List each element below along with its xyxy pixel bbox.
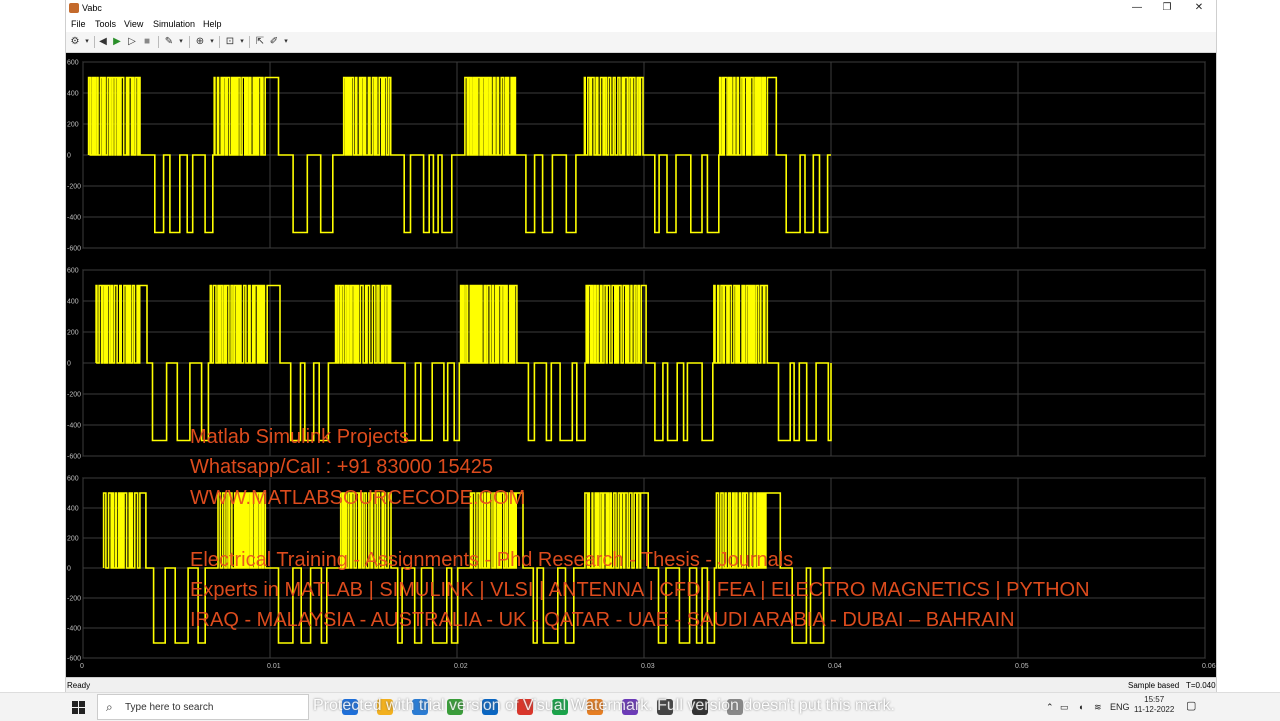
language-indicator[interactable]: ENG [1110, 702, 1130, 712]
minimize-button[interactable]: — [1122, 0, 1152, 16]
y-tick-label: 600 [67, 60, 79, 67]
y-tick-label: 0 [67, 153, 71, 160]
toolbar-separator [189, 36, 190, 48]
y-tick-label: -600 [67, 454, 81, 461]
highlight-icon[interactable]: ✎ [163, 36, 175, 48]
status-bar: Ready Sample based T=0.040 [66, 677, 1216, 693]
watermark-line-3: WWW.MATLABSOURCECODE.COM [190, 487, 526, 509]
windows-start-icon[interactable] [72, 701, 85, 714]
style-icon[interactable]: ✐ [268, 36, 280, 48]
y-tick-label: 400 [67, 91, 79, 98]
watermark-line-5: Experts in MATLAB | SIMULINK | VLSI | AN… [190, 579, 1090, 601]
x-tick-label: 0.06 [1202, 663, 1216, 670]
protect-notice: Protected with trial version of Visual W… [313, 697, 895, 714]
x-tick-label: 0.05 [1015, 663, 1029, 670]
desktop-margin-left [0, 0, 65, 692]
taskbar-clock[interactable]: 15:57 11-12-2022 [1134, 695, 1174, 715]
menu-bar: File Tools View Simulation Help [66, 16, 1216, 32]
menu-view[interactable]: View [124, 19, 143, 29]
fit-icon[interactable]: ⊡ [224, 36, 236, 48]
back-step-icon[interactable]: ◀ [97, 36, 109, 48]
style-dropdown-icon[interactable]: ▾ [280, 36, 292, 48]
y-tick-label: 200 [67, 122, 79, 129]
x-tick-label: 0.02 [454, 663, 468, 670]
highlight-dropdown-icon[interactable]: ▾ [175, 36, 187, 48]
menu-tools[interactable]: Tools [95, 19, 116, 29]
stop-icon[interactable]: ■ [141, 36, 153, 48]
step-forward-icon[interactable]: ▷ [126, 36, 138, 48]
desktop: Vabc — ❐ ✕ File Tools View Simulation He… [0, 0, 1280, 721]
search-placeholder: Type here to search [125, 702, 214, 713]
status-mode: Sample based [1128, 681, 1180, 690]
toolbar-separator [249, 36, 250, 48]
y-tick-label: 0 [67, 566, 71, 573]
taskbar-search-input[interactable]: ⌕ Type here to search [97, 694, 309, 720]
watermark-line-2: Whatsapp/Call : +91 83000 15425 [190, 456, 493, 478]
x-tick-label: 0.04 [828, 663, 842, 670]
settings-icon[interactable]: ⚙ [69, 36, 81, 48]
clock-date: 11-12-2022 [1134, 705, 1175, 714]
window-title: Vabc [82, 3, 102, 13]
zoom-dropdown-icon[interactable]: ▾ [206, 36, 218, 48]
close-button[interactable]: ✕ [1184, 0, 1214, 16]
desktop-margin-right [1215, 0, 1280, 692]
x-tick-label: 0.01 [267, 663, 281, 670]
toolbar-separator [94, 36, 95, 48]
status-time: T=0.040 [1186, 681, 1216, 690]
settings-dropdown-icon[interactable]: ▾ [81, 36, 93, 48]
y-tick-label: 400 [67, 299, 79, 306]
x-tick-label: 0 [80, 663, 84, 670]
y-tick-label: -400 [67, 215, 81, 222]
y-tick-label: -200 [67, 184, 81, 191]
network-icon[interactable]: ▭ [1060, 702, 1069, 713]
menu-help[interactable]: Help [203, 19, 222, 29]
x-tick-label: 0.03 [641, 663, 655, 670]
y-tick-label: 200 [67, 536, 79, 543]
watermark-line-6: IRAQ - MALAYSIA - AUSTRALIA - UK - QATAR… [190, 609, 1015, 631]
toolbar: ⚙ ▾ ◀ ▶ ▷ ■ ✎ ▾ ⊕ ▾ ⊡ ▾ ⇱ ✐ ▾ [66, 32, 1216, 53]
watermark-line-1: Matlab Simulink Projects [190, 426, 409, 448]
y-tick-label: 400 [67, 506, 79, 513]
fit-dropdown-icon[interactable]: ▾ [236, 36, 248, 48]
wifi-icon[interactable]: ≋ [1094, 702, 1102, 713]
y-tick-label: -400 [67, 423, 81, 430]
toolbar-separator [158, 36, 159, 48]
search-icon: ⌕ [106, 700, 113, 714]
notification-icon[interactable]: ▢ [1186, 699, 1196, 712]
tray-chevron-icon[interactable]: ⌃ [1046, 702, 1054, 713]
y-tick-label: -200 [67, 392, 81, 399]
zoom-icon[interactable]: ⊕ [194, 36, 206, 48]
clock-time: 15:57 [1144, 695, 1165, 704]
menu-file[interactable]: File [71, 19, 86, 29]
toolbar-separator [219, 36, 220, 48]
menu-simulation[interactable]: Simulation [153, 19, 195, 29]
volume-icon[interactable]: ◖ [1078, 702, 1083, 712]
cursor-icon[interactable]: ⇱ [254, 36, 266, 48]
y-tick-label: 600 [67, 476, 79, 483]
y-tick-label: -600 [67, 246, 81, 253]
watermark-line-4: Electrical Training - Assignments - Phd … [190, 549, 794, 571]
y-tick-label: 0 [67, 361, 71, 368]
run-icon[interactable]: ▶ [111, 36, 123, 48]
matlab-app-icon [69, 3, 79, 13]
status-ready: Ready [67, 681, 91, 690]
maximize-button[interactable]: ❐ [1152, 0, 1182, 16]
title-bar: Vabc — ❐ ✕ [66, 0, 1216, 16]
y-tick-label: 200 [67, 330, 79, 337]
y-tick-label: -600 [67, 656, 81, 663]
y-tick-label: -400 [67, 626, 81, 633]
y-tick-label: 600 [67, 268, 79, 275]
y-tick-label: -200 [67, 596, 81, 603]
